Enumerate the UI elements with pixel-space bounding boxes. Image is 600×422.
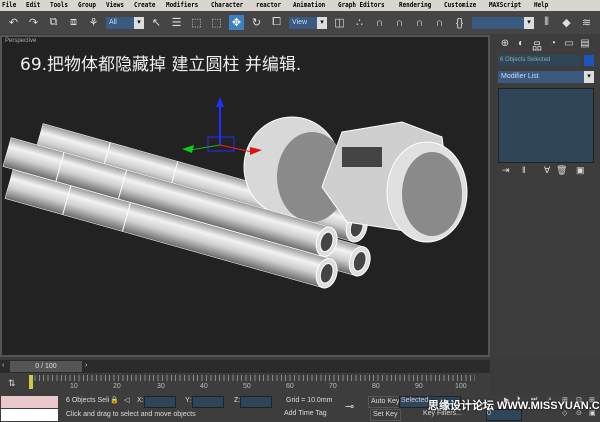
maxscript-listener-white[interactable] (1, 409, 58, 421)
modifier-stack[interactable] (498, 88, 594, 163)
menu-reactor[interactable]: reactor (256, 0, 281, 11)
time-slider-thumb[interactable]: 0 / 100 (10, 361, 82, 372)
x-coordinate-field[interactable] (144, 396, 176, 408)
edit-named-selection-icon[interactable]: {} (452, 15, 467, 30)
tick-label: 50 (243, 383, 251, 390)
menu-edit[interactable]: Edit (26, 0, 40, 11)
menu-file[interactable]: File (2, 0, 16, 11)
percent-snap-icon[interactable]: ∩ (412, 15, 427, 30)
layer-manager-icon[interactable]: ≋ (579, 15, 594, 30)
watermark: 思缘设计论坛 WWW.MISSYUAN.COM (428, 400, 600, 412)
selection-status: 6 Objects Seli (66, 397, 110, 404)
modify-tab-icon[interactable]: ◐ (514, 38, 528, 50)
configure-modifier-sets-icon[interactable]: ▣ (576, 165, 585, 176)
grid-size: Grid = 10.0mm (286, 397, 333, 404)
spinner-snap-icon[interactable]: ∩ (432, 15, 447, 30)
absolute-mode-icon[interactable]: ◁ (124, 396, 129, 404)
track-bar[interactable]: ⇅ 10 20 30 40 50 60 70 80 90 100 (0, 373, 490, 395)
lock-selection-icon[interactable]: 🔒 (110, 396, 119, 404)
tick-label: 30 (157, 383, 165, 390)
select-object-icon[interactable]: ↖ (149, 15, 164, 30)
x-label: X: (137, 397, 144, 404)
select-scale-icon[interactable]: ⧠ (269, 15, 284, 30)
utilities-tab-icon[interactable]: ▤ (578, 38, 592, 50)
maxscript-listener-pink[interactable] (1, 396, 58, 408)
command-panel: ⊕ ◐ 品 ◔ ▭ ▤ 6 Objects Selected Modifier … (492, 35, 600, 357)
menu-views[interactable]: Views (106, 0, 124, 11)
pivot-center-icon[interactable]: ◫ (332, 15, 347, 30)
y-label: Y: (185, 397, 192, 404)
object-name-field[interactable]: 6 Objects Selected (498, 55, 580, 66)
menu-customize[interactable]: Customize (444, 0, 476, 11)
selection-filter-dropdown[interactable]: All (106, 16, 144, 29)
tick-label: 90 (415, 383, 423, 390)
select-by-name-icon[interactable]: ☰ (169, 15, 184, 30)
tick-label: 100 (455, 383, 467, 390)
named-selection-dropdown[interactable] (472, 16, 534, 29)
tick-label: 10 (70, 383, 78, 390)
add-time-tag-button[interactable]: Add Time Tag (282, 409, 329, 421)
menu-help[interactable]: Help (534, 0, 548, 11)
menu-tools[interactable]: Tools (50, 0, 68, 11)
select-rotate-icon[interactable]: ↻ (249, 15, 264, 30)
set-key-icon[interactable]: ⊸ (345, 400, 354, 413)
hierarchy-tab-icon[interactable]: 品 (530, 38, 544, 53)
frame-ruler[interactable] (30, 375, 475, 381)
remove-modifier-icon[interactable]: 🗑 (556, 165, 567, 176)
reference-coordinate-dropdown[interactable]: View (289, 16, 327, 29)
main-toolbar: ↶ ↷ ⧉ ⧈ ⚘ All ↖ ☰ ⬚ ⬚ ✥ ↻ ⧠ View ◫ ∴ ∩ ∩… (0, 11, 600, 34)
menu-modifiers[interactable]: Modifiers (166, 0, 198, 11)
tick-label: 20 (113, 383, 121, 390)
menu-create[interactable]: Create (134, 0, 156, 11)
modifier-list-dropdown[interactable]: Modifier List (498, 71, 594, 83)
window-crossing-icon[interactable]: ⬚ (209, 15, 224, 30)
tick-label: 60 (286, 383, 294, 390)
unlink-icon[interactable]: ⧈ (66, 15, 81, 30)
create-tab-icon[interactable]: ⊕ (498, 38, 512, 50)
prev-frame-icon[interactable]: ‹ (2, 362, 4, 369)
menu-group[interactable]: Group (78, 0, 96, 11)
next-frame-icon[interactable]: › (85, 362, 87, 369)
menu-animation[interactable]: Animation (293, 0, 325, 11)
rectangular-selection-icon[interactable]: ⬚ (189, 15, 204, 30)
scene-objects (2, 97, 468, 289)
redo-icon[interactable]: ↷ (26, 15, 41, 30)
show-end-result-icon[interactable]: ‖ (522, 165, 526, 175)
display-tab-icon[interactable]: ▭ (562, 38, 576, 50)
y-coordinate-field[interactable] (192, 396, 224, 408)
tick-label: 80 (372, 383, 380, 390)
time-slider[interactable]: ‹ 0 / 100 › (0, 360, 490, 373)
open-mini-curve-editor-icon[interactable]: ⇅ (8, 378, 16, 389)
viewport-label[interactable]: Perspective (5, 38, 36, 44)
menu-character[interactable]: Character (211, 0, 243, 11)
angle-snap-icon[interactable]: ∩ (392, 15, 407, 30)
prompt-line: Click and drag to select and move object… (66, 411, 196, 418)
tick-label: 40 (200, 383, 208, 390)
motion-tab-icon[interactable]: ◔ (546, 38, 560, 50)
menu-bar: File Edit Tools Group Views Create Modif… (0, 0, 600, 11)
z-coordinate-field[interactable] (240, 396, 272, 408)
menu-rendering[interactable]: Rendering (399, 0, 431, 11)
tick-label: 70 (329, 383, 337, 390)
tutorial-caption: 69.把物体都隐藏掉 建立圆柱 并编辑. (20, 55, 302, 75)
object-color-swatch[interactable] (584, 55, 594, 66)
auto-key-button[interactable]: Auto Key (368, 396, 403, 408)
menu-graph-editors[interactable]: Graph Editors (338, 0, 385, 11)
select-manipulate-icon[interactable]: ∴ (352, 15, 367, 30)
perspective-viewport[interactable]: Perspective 69.把物体都隐藏掉 建立圆柱 并编辑. (0, 35, 490, 357)
menu-maxscript[interactable]: MAXScript (489, 0, 521, 11)
mirror-icon[interactable]: ⫴ (539, 15, 554, 30)
undo-icon[interactable]: ↶ (6, 15, 21, 30)
current-frame-marker[interactable] (29, 375, 33, 389)
set-key-button[interactable]: Set Key (370, 409, 401, 421)
pin-stack-icon[interactable]: ⇥ (502, 165, 510, 176)
select-move-icon[interactable]: ✥ (229, 15, 244, 30)
bind-space-warp-icon[interactable]: ⚘ (86, 15, 101, 30)
snap-toggle-icon[interactable]: ∩ (372, 15, 387, 30)
make-unique-icon[interactable]: ∀ (544, 165, 550, 176)
align-icon[interactable]: ◆ (559, 15, 574, 30)
link-icon[interactable]: ⧉ (46, 15, 61, 30)
